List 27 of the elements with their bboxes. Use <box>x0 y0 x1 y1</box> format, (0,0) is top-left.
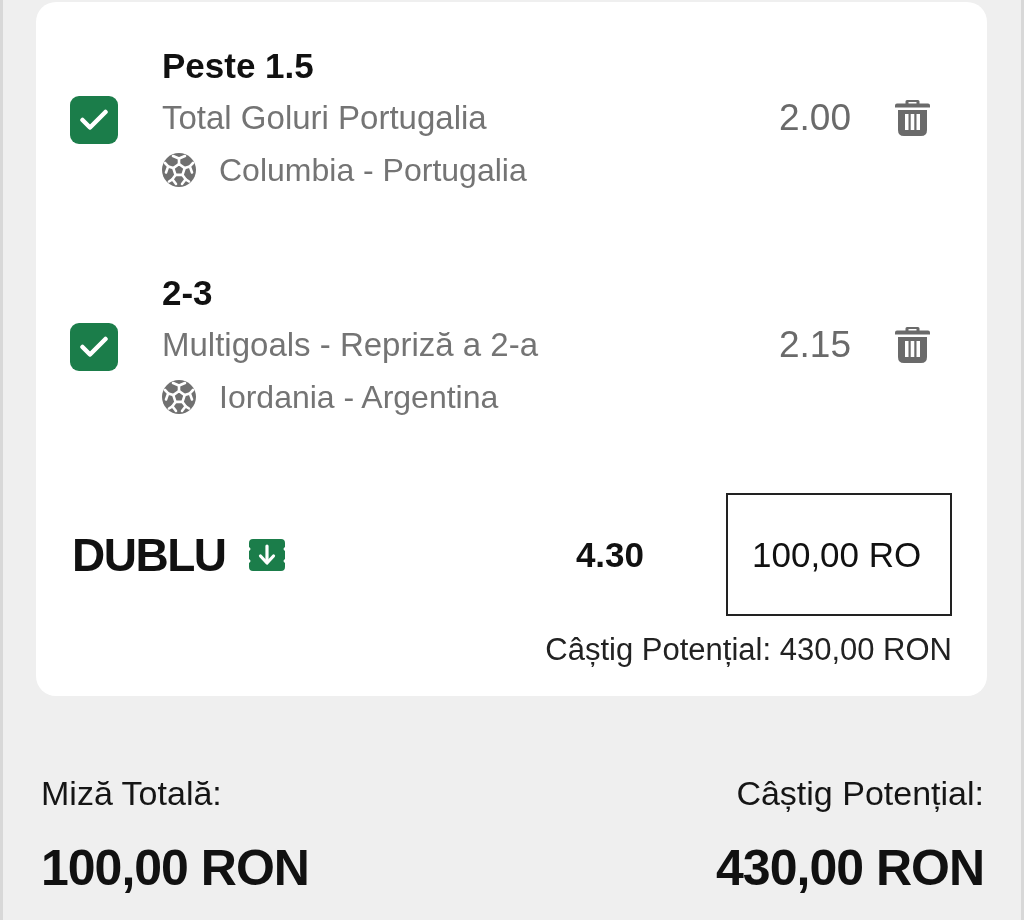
potential-win: Câștig Potențial: 430,00 RON <box>545 632 952 667</box>
check-icon <box>80 109 108 131</box>
ticket-icon <box>249 538 286 571</box>
checkbox[interactable] <box>70 323 118 371</box>
potential-win-value: 430,00 RON <box>716 840 984 896</box>
delete-button[interactable] <box>895 100 930 136</box>
delete-button[interactable] <box>895 327 930 363</box>
potential-win-label: Câștig Potențial: <box>736 773 984 814</box>
selection-odds: 2.15 <box>779 323 851 367</box>
bet-type: DUBLU <box>72 529 226 580</box>
total-stake-value: 100,00 RON <box>41 840 309 896</box>
check-icon <box>80 336 108 358</box>
stake-input[interactable]: 100,00 RO <box>726 493 952 616</box>
soccer-ball-icon <box>162 380 196 414</box>
trash-icon <box>895 100 930 136</box>
selection-odds: 2.00 <box>779 96 851 140</box>
selection-pick: Peste 1.5 <box>162 46 315 86</box>
market-name: Total Goluri Portugalia <box>162 98 488 138</box>
event-name: Columbia - Portugalia <box>219 151 527 190</box>
total-stake-label: Miză Totală: <box>41 773 223 814</box>
checkbox[interactable] <box>70 96 118 144</box>
event-name: Iordania - Argentina <box>219 378 499 417</box>
selection-pick: 2-3 <box>162 273 214 313</box>
market-name: Multigoals - Repriză a 2-a <box>162 325 539 365</box>
total-odds: 4.30 <box>575 534 644 575</box>
trash-icon <box>895 327 930 363</box>
soccer-ball-icon <box>162 153 196 187</box>
